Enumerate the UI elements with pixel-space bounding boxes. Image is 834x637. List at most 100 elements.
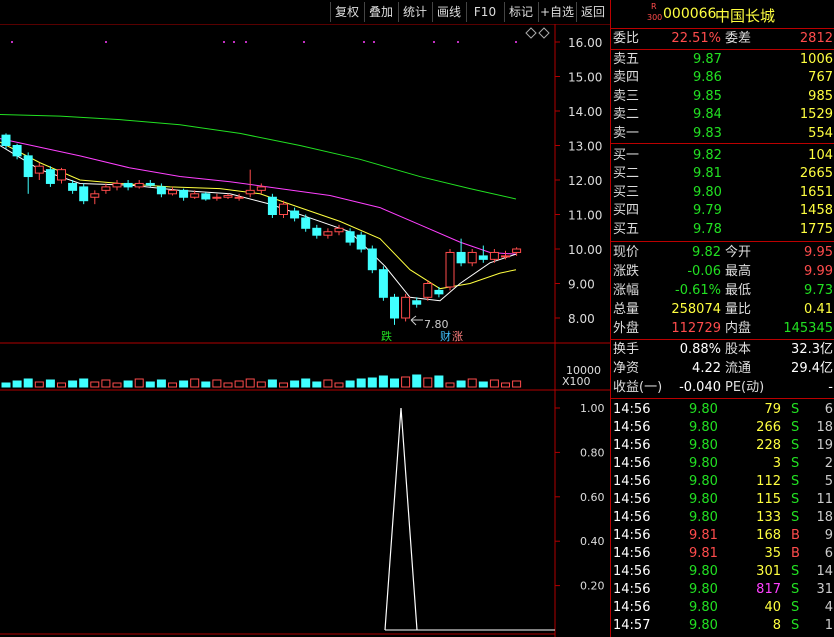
tick-row[interactable]: 14:56 9.80 3 S 2 xyxy=(611,455,834,473)
quote-row: 涨跌 -0.06 最高 9.99 xyxy=(611,263,834,281)
tick-row[interactable]: 14:56 9.80 817 S 31 xyxy=(611,581,834,599)
tick-row[interactable]: 14:57 9.80 8 S 1 xyxy=(611,617,834,635)
tick-volume: 115 xyxy=(756,492,781,507)
volume-bar xyxy=(301,378,311,388)
price-axis: 16.00 15.00 14.00 13.00 12.00 11.00 10.00 9.00 8… xyxy=(555,36,602,326)
tick-side: S xyxy=(791,600,800,615)
stock-badge-bottom: 300 xyxy=(647,13,663,22)
tick-price: 9.80 xyxy=(689,600,718,615)
asks-volume: 554 xyxy=(808,125,833,141)
tick-price: 9.80 xyxy=(689,492,718,507)
tick-time: 14:57 xyxy=(613,618,651,633)
bids-volume: 1458 xyxy=(799,203,833,219)
asks-row[interactable]: 卖五 9.87 1006 xyxy=(611,51,834,69)
divider xyxy=(611,398,834,399)
candle-up xyxy=(212,196,222,199)
tick-count: 11 xyxy=(816,492,833,507)
bids-row[interactable]: 买二 9.81 2665 xyxy=(611,165,834,183)
add-favorite-button[interactable]: +自选 xyxy=(538,2,575,22)
tag-drop: 跌 xyxy=(381,330,392,343)
tick-count: 1 xyxy=(824,618,833,633)
candle-down xyxy=(456,251,466,264)
candle-up xyxy=(112,182,122,188)
volume-bars xyxy=(1,374,522,388)
tick-side: S xyxy=(791,402,800,417)
quote-value: 112729 xyxy=(671,321,721,336)
statistics-button[interactable]: 统计 xyxy=(398,2,431,22)
finance-value: -0.040 xyxy=(679,380,721,395)
mark-button[interactable]: 标记 xyxy=(504,2,537,22)
candle-down xyxy=(123,182,133,188)
tick-volume: 301 xyxy=(756,564,781,579)
candle-down xyxy=(1,134,11,146)
candle-down xyxy=(301,217,311,229)
volume-bar xyxy=(1,382,11,388)
tick-time: 14:56 xyxy=(613,582,651,597)
quote-value-2: 9.99 xyxy=(804,264,833,279)
asks-row[interactable]: 卖三 9.85 985 xyxy=(611,88,834,106)
asks-row[interactable]: 卖一 9.83 554 xyxy=(611,125,834,143)
divider xyxy=(611,339,834,340)
tick-price: 9.80 xyxy=(689,420,718,435)
kline-chart-area[interactable]: 16.00 15.00 14.00 13.00 12.00 11.00 10.00 9.00 8… xyxy=(0,0,610,637)
tick-price: 9.80 xyxy=(689,474,718,489)
tick-time: 14:56 xyxy=(613,420,651,435)
tick-row[interactable]: 14:56 9.80 79 S 6 xyxy=(611,401,834,419)
back-button[interactable]: 返回 xyxy=(576,2,609,22)
tick-time: 14:56 xyxy=(613,564,651,579)
diamond-marker-icon-2 xyxy=(538,27,550,39)
volume-bar xyxy=(12,380,22,388)
tick-volume: 133 xyxy=(756,510,781,525)
chart-canvas[interactable]: 16.00 15.00 14.00 13.00 12.00 11.00 10.00 9.00 8… xyxy=(0,0,610,637)
asks-row[interactable]: 卖四 9.86 767 xyxy=(611,69,834,87)
tick-row[interactable]: 14:56 9.81 168 B 9 xyxy=(611,527,834,545)
tick-count: 4 xyxy=(824,600,833,615)
candle-up xyxy=(512,248,522,253)
tick-row[interactable]: 14:56 9.80 266 S 18 xyxy=(611,419,834,437)
overlay-button[interactable]: 叠加 xyxy=(364,2,397,22)
finance-label-2: 股本 xyxy=(725,342,752,357)
tick-row[interactable]: 14:56 9.81 35 B 6 xyxy=(611,545,834,563)
bids-price: 9.81 xyxy=(693,166,722,182)
volume-bar xyxy=(312,381,322,388)
stock-code[interactable]: 000066 xyxy=(663,6,716,22)
tick-row[interactable]: 14:56 9.80 112 S 5 xyxy=(611,473,834,491)
bids-row[interactable]: 买五 9.78 1775 xyxy=(611,221,834,239)
bids-row[interactable]: 买三 9.80 1651 xyxy=(611,184,834,202)
candle-up xyxy=(134,182,144,188)
volume-bar xyxy=(401,376,411,388)
weibi-value: 22.51% xyxy=(671,31,721,46)
candle-down xyxy=(345,231,355,243)
bids-label: 买五 xyxy=(613,221,640,237)
bids-row[interactable]: 买一 9.82 104 xyxy=(611,147,834,165)
indicator-tick-label: 0.20 xyxy=(580,580,605,593)
indicator-tick-label: 0.80 xyxy=(580,446,605,459)
draw-line-button[interactable]: 画线 xyxy=(432,2,465,22)
tick-row[interactable]: 14:56 9.80 228 S 19 xyxy=(611,437,834,455)
candle-down xyxy=(290,210,300,219)
bids-row[interactable]: 买四 9.79 1458 xyxy=(611,202,834,220)
asks-label: 卖四 xyxy=(613,70,640,86)
volume-bar xyxy=(112,382,122,388)
tick-row[interactable]: 14:56 9.80 133 S 18 xyxy=(611,509,834,527)
divider xyxy=(611,241,834,242)
finance-row: 收益(一) -0.040 PE(动) - xyxy=(611,379,834,397)
candle-up xyxy=(34,165,44,174)
asks-row[interactable]: 卖二 9.84 1529 xyxy=(611,106,834,124)
candle-up xyxy=(234,196,244,199)
restore-rights-button[interactable]: 复权 xyxy=(330,2,363,22)
volume-bar xyxy=(489,379,499,388)
candle-down xyxy=(23,155,33,178)
stock-name[interactable]: 中国长城 xyxy=(715,5,775,26)
price-tick-label: 12.00 xyxy=(568,174,602,188)
asks-price: 9.87 xyxy=(693,52,722,67)
tick-row[interactable]: 14:56 9.80 301 S 14 xyxy=(611,563,834,581)
tick-row[interactable]: 14:56 9.80 40 S 4 xyxy=(611,599,834,617)
tick-count: 6 xyxy=(824,546,833,561)
volume-bar xyxy=(201,381,211,388)
volume-bar xyxy=(179,380,189,388)
volume-bar xyxy=(356,378,366,388)
bids-volume: 104 xyxy=(808,148,833,163)
f10-button[interactable]: F10 xyxy=(466,2,503,22)
tick-row[interactable]: 14:56 9.80 115 S 11 xyxy=(611,491,834,509)
